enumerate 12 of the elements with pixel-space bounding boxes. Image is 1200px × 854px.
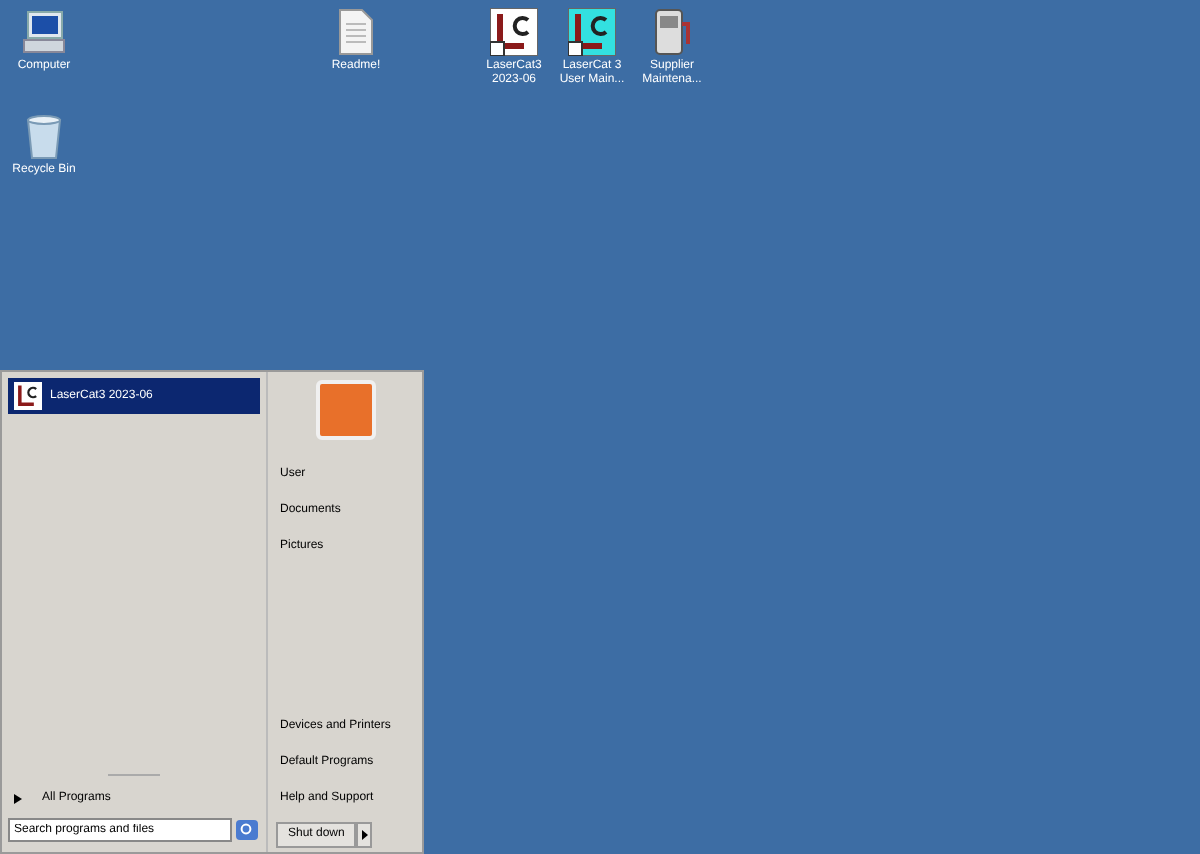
arrow-icon bbox=[361, 830, 368, 840]
fuel-pump-icon bbox=[650, 8, 694, 56]
lc-logo-icon bbox=[568, 8, 616, 56]
recycle-bin-icon bbox=[24, 112, 64, 160]
arrow-button[interactable] bbox=[356, 822, 373, 848]
computer-icon bbox=[20, 8, 68, 56]
arrow-icon bbox=[14, 793, 22, 803]
user-picture bbox=[315, 380, 375, 440]
document-icon bbox=[338, 8, 374, 56]
lc-logo-icon bbox=[490, 8, 538, 56]
search-icon[interactable] bbox=[236, 820, 258, 840]
lc-logo-icon bbox=[14, 382, 42, 410]
